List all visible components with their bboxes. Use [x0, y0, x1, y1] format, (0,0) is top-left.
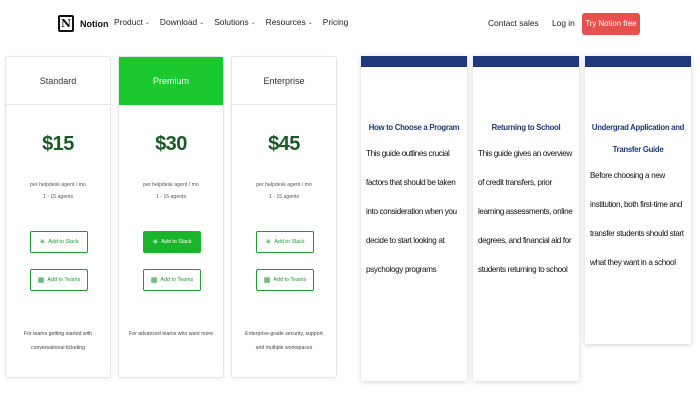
- guide-title: Returning to School: [491, 123, 561, 132]
- menu-download[interactable]: Download ⌄: [160, 17, 204, 27]
- plan-name: Enterprise: [232, 57, 336, 105]
- button-label: Add to Teams: [47, 277, 81, 283]
- menu-label: Download: [159, 17, 198, 27]
- plan-sub-agents: 1 - 15 agents: [155, 194, 187, 200]
- main-menu: Product ⌄ Download ⌄ Solutions ⌄ Resourc…: [114, 17, 348, 27]
- button-label: Add to Slack: [274, 239, 305, 245]
- menu-label: Resources: [265, 17, 306, 27]
- add-to-slack-button[interactable]: ✳ Add to Slack: [143, 231, 201, 253]
- menu-resources[interactable]: Resources ⌄: [266, 17, 313, 27]
- add-to-slack-button[interactable]: ✳ Add to Slack: [30, 231, 88, 253]
- menu-label: Product: [114, 17, 143, 27]
- plan-name: Premium: [119, 57, 223, 105]
- slack-icon: ✳: [39, 238, 46, 246]
- notion-logo[interactable]: N Notion: [58, 15, 109, 32]
- plan-description: Enterprise-grade security, support and m…: [245, 331, 323, 351]
- slack-icon: ✳: [265, 238, 272, 246]
- menu-solutions[interactable]: Solutions ⌄: [214, 17, 255, 27]
- plan-description: For advanced teams who want more: [129, 331, 213, 337]
- guide-card-accent-bar: [473, 56, 579, 67]
- guide-body: This guide gives an overview of credit t…: [478, 149, 573, 274]
- chevron-down-icon: ⌄: [250, 19, 256, 26]
- plan-sub-rate: per helpdesk agent / mo: [143, 182, 199, 188]
- plan-sub-rate: per helpdesk agent / mo: [30, 182, 86, 188]
- guide-body: This guide outlines crucial factors that…: [366, 149, 457, 274]
- chevron-down-icon: ⌄: [307, 19, 313, 26]
- button-label: Add to Slack: [161, 239, 192, 245]
- plan-name: Standard: [6, 57, 110, 105]
- plan-subtitle: per helpdesk agent / mo 1 - 15 agents: [6, 179, 110, 203]
- button-label: Add to Slack: [48, 239, 79, 245]
- notion-logo-icon: N: [58, 15, 74, 32]
- button-label: Add to Teams: [160, 277, 194, 283]
- plan-sub-agents: 1 - 15 agents: [42, 194, 74, 200]
- top-nav: N Notion Product ⌄ Download ⌄ Solutions …: [0, 0, 700, 50]
- guide-card-returning-to-school[interactable]: Returning to School This guide gives an …: [473, 56, 579, 381]
- plan-price: $15: [42, 133, 74, 155]
- add-to-teams-button[interactable]: ▦ Add to Teams: [30, 269, 88, 291]
- guide-card-accent-bar: [361, 56, 467, 67]
- add-to-slack-button[interactable]: ✳ Add to Slack: [256, 231, 314, 253]
- add-to-teams-button[interactable]: ▦ Add to Teams: [143, 269, 201, 291]
- add-to-teams-button[interactable]: ▦ Add to Teams: [256, 269, 314, 291]
- plan-card-enterprise: Enterprise $45 per helpdesk agent / mo 1…: [231, 56, 337, 378]
- plan-description: For teams getting started with conversat…: [23, 331, 93, 351]
- chevron-down-icon: ⌄: [199, 19, 205, 26]
- plan-price: $45: [268, 133, 300, 155]
- plan-card-standard: Standard $15 per helpdesk agent / mo 1 -…: [5, 56, 111, 378]
- button-label: Add to Teams: [273, 277, 307, 283]
- login-link[interactable]: Log in: [552, 18, 575, 28]
- plan-sub-agents: 1 - 15 agents: [268, 194, 300, 200]
- menu-label: Pricing: [322, 17, 349, 27]
- teams-icon: ▦: [150, 276, 158, 284]
- guide-card-undergrad-transfer[interactable]: Undergrad Application and Transfer Guide…: [585, 56, 691, 344]
- contact-sales-link[interactable]: Contact sales: [488, 18, 539, 28]
- plan-subtitle: per helpdesk agent / mo 1 - 15 agents: [119, 179, 223, 203]
- teams-icon: ▦: [37, 276, 45, 284]
- guide-card-choose-program[interactable]: How to Choose a Program This guide outli…: [361, 56, 467, 381]
- plan-price: $30: [155, 133, 187, 155]
- menu-pricing[interactable]: Pricing: [323, 17, 349, 27]
- guide-body: Before choosing a new institution, both …: [590, 171, 684, 267]
- plan-card-premium: Premium $30 per helpdesk agent / mo 1 - …: [118, 56, 224, 378]
- plan-sub-rate: per helpdesk agent / mo: [256, 182, 312, 188]
- guide-title: Undergrad Application and Transfer Guide: [591, 123, 685, 154]
- try-notion-free-button[interactable]: Try Notion free: [582, 13, 640, 35]
- plan-subtitle: per helpdesk agent / mo 1 - 15 agents: [232, 179, 336, 203]
- slack-icon: ✳: [152, 238, 159, 246]
- guide-title: How to Choose a Program: [368, 123, 460, 132]
- guide-card-accent-bar: [585, 56, 691, 67]
- menu-product[interactable]: Product ⌄: [114, 17, 150, 27]
- logo-text: Notion: [80, 18, 109, 29]
- teams-icon: ▦: [263, 276, 271, 284]
- chevron-down-icon: ⌄: [144, 19, 150, 26]
- menu-label: Solutions: [214, 17, 249, 27]
